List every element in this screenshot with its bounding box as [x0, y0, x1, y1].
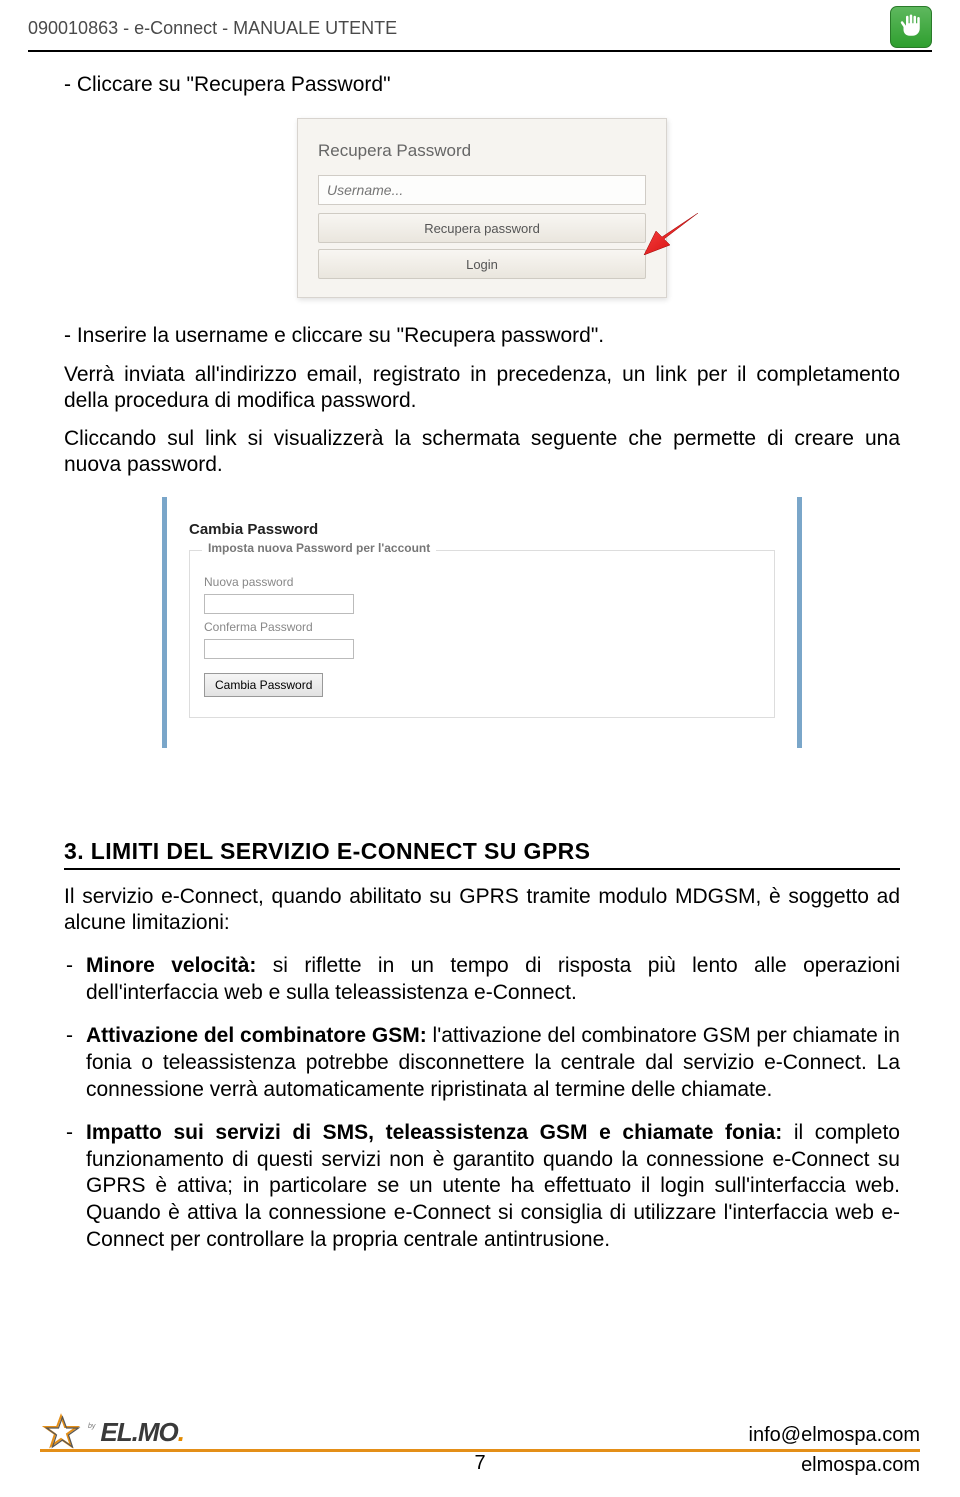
bullet-2: Attivazione del combinatore GSM: l'attiv…: [86, 1023, 900, 1104]
instruction-1: - Cliccare su "Recupera Password": [64, 72, 900, 98]
username-input[interactable]: [318, 175, 646, 205]
recover-password-button[interactable]: Recupera password: [318, 213, 646, 243]
doc-header-title: 090010863 - e-Connect - MANUALE UTENTE: [28, 6, 397, 39]
bullet-3: Impatto sui servizi di SMS, teleassisten…: [86, 1120, 900, 1254]
page-number: 7: [474, 1452, 485, 1475]
bullet-3-bold: Impatto sui servizi di SMS, teleassisten…: [86, 1121, 782, 1144]
change-panel-title: Cambia Password: [189, 521, 775, 538]
change-password-fieldset: Imposta nuova Password per l'account Nuo…: [189, 550, 775, 718]
section-heading: 3. LIMITI DEL SERVIZIO E-CONNECT SU GPRS: [64, 838, 900, 865]
logo-by-text: by: [88, 1423, 95, 1430]
logo-text: EL.MO.: [100, 1417, 184, 1448]
footer: by EL.MO. 7 info@elmospa.com elmospa.com: [0, 1413, 960, 1477]
hand-icon: [890, 6, 932, 48]
fieldset-legend: Imposta nuova Password per l'account: [202, 541, 436, 555]
arrow-icon: [642, 213, 698, 255]
new-password-input[interactable]: [204, 594, 354, 614]
recover-panel-title: Recupera Password: [318, 141, 646, 161]
confirm-password-label: Conferma Password: [204, 620, 760, 634]
star-icon: [40, 1413, 82, 1451]
bullet-1: Minore velocità: si riflette in un tempo…: [86, 953, 900, 1007]
bullet-1-bold: Minore velocità:: [86, 954, 256, 977]
logo: by EL.MO.: [40, 1413, 184, 1451]
recover-password-panel: Recupera Password Recupera password Logi…: [297, 118, 667, 298]
new-password-label: Nuova password: [204, 575, 760, 589]
instruction-2: - Inserire la username e cliccare su "Re…: [64, 323, 900, 349]
header: 090010863 - e-Connect - MANUALE UTENTE: [0, 0, 960, 48]
confirm-password-input[interactable]: [204, 639, 354, 659]
bullet-2-bold: Attivazione del combinatore GSM:: [86, 1024, 427, 1047]
section-intro: Il servizio e-Connect, quando abilitato …: [64, 884, 900, 938]
change-password-panel: Cambia Password Imposta nuova Password p…: [162, 497, 802, 748]
footer-email: info@elmospa.com: [749, 1424, 920, 1447]
login-button[interactable]: Login: [318, 249, 646, 279]
section-rule: [64, 868, 900, 870]
change-password-button[interactable]: Cambia Password: [204, 673, 323, 697]
instruction-3: Verrà inviata all'indirizzo email, regis…: [64, 362, 900, 415]
instruction-4: Cliccando sul link si visualizzerà la sc…: [64, 426, 900, 479]
